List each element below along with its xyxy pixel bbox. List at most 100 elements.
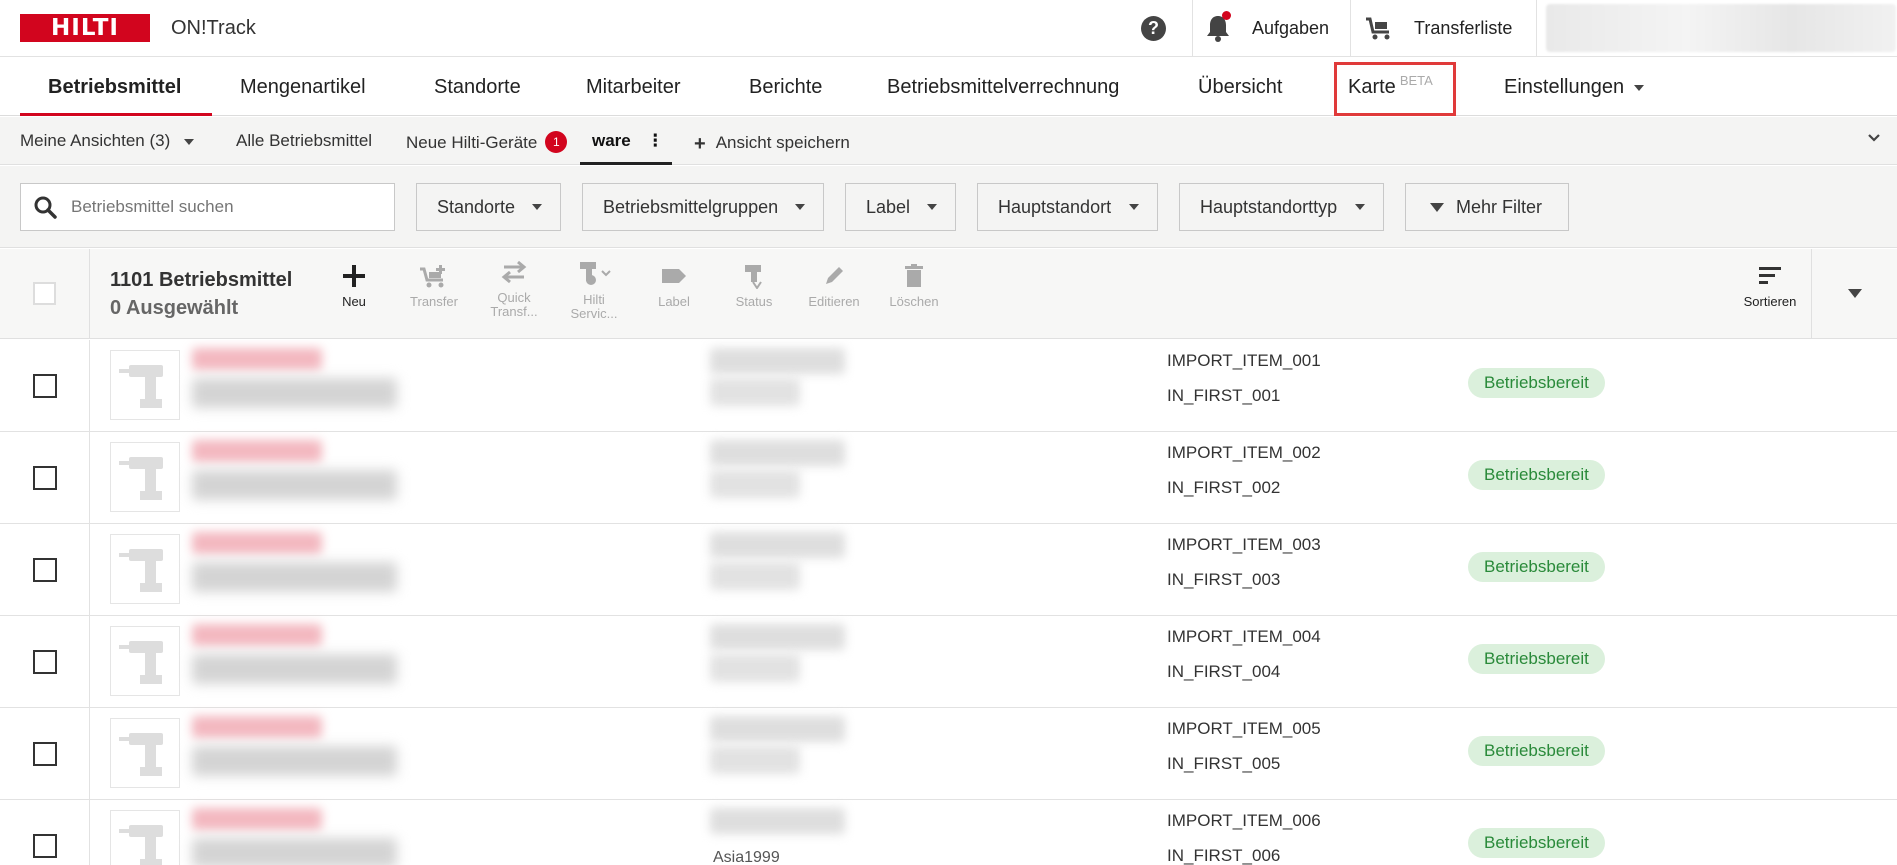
nav-uebersicht[interactable]: Übersicht [1198,76,1282,99]
row-check-column [0,616,90,708]
tasks-link[interactable]: Aufgaben [1252,18,1329,39]
filter-standorte[interactable]: Standorte [416,183,561,231]
search-input[interactable] [71,184,386,230]
asset-name-redacted [192,624,322,646]
location-sub-redacted [710,746,800,774]
transfer-cart-icon[interactable] [1364,15,1394,41]
nav-karte-label: Karte [1348,76,1396,98]
nav-mitarbeiter[interactable]: Mitarbeiter [586,76,680,99]
actions-toolbar: 1101 Betriebsmittel 0 Ausgewählt Neu Tra… [0,249,1897,339]
new-count-badge: 1 [545,131,568,153]
hilti-service-button[interactable]: Hilti Servic... [559,259,629,321]
sort-button[interactable]: Sortieren [1735,263,1805,309]
new-button[interactable]: Neu [319,263,389,309]
filter-hauptstandort-label: Hauptstandort [998,197,1112,217]
filter-betriebsmittelgruppen[interactable]: Betriebsmittelgruppen [582,183,824,231]
inventory-number: IN_FIRST_005 [1167,754,1281,773]
divider [1536,0,1537,57]
toolbar-dropdown-caret-icon[interactable] [1848,289,1862,298]
chevron-down-icon [184,138,195,145]
nav-standorte[interactable]: Standorte [434,76,521,99]
notifications-bell-icon[interactable] [1204,11,1232,43]
transfer-label: Transfer [410,294,458,309]
filter-hauptstandorttyp-label: Hauptstandorttyp [1200,197,1338,217]
location-sub-redacted [710,378,800,406]
label-button[interactable]: Label [639,263,709,309]
asset-description-redacted [192,378,397,408]
view-ware[interactable]: ware ⋮ [592,131,664,151]
table-row[interactable]: IMPORT_ITEM_003 IN_FIRST_003 Betriebsber… [0,524,1897,616]
app-name: ON!Track [171,17,256,39]
nav-betriebsmittel[interactable]: Betriebsmittel [48,76,181,99]
status-badge: Betriebsbereit [1468,460,1605,490]
row-check-column [0,708,90,800]
row-checkbox[interactable] [33,834,57,858]
table-row[interactable]: IMPORT_ITEM_005 IN_FIRST_005 Betriebsber… [0,708,1897,800]
help-icon[interactable]: ? [1141,16,1166,41]
select-all-checkbox[interactable] [33,282,56,305]
nav-berichte[interactable]: Berichte [749,76,822,99]
inventory-number: IN_FIRST_002 [1167,478,1281,497]
status-button[interactable]: Status [719,263,789,309]
inventory-number: IN_FIRST_006 [1167,846,1281,865]
row-check-column [0,524,90,616]
delete-button[interactable]: Löschen [879,263,949,309]
user-account-menu[interactable] [1546,4,1896,52]
row-checkbox[interactable] [33,558,57,582]
chevron-down-icon [532,204,542,210]
view-new-hilti[interactable]: Neue Hilti-Geräte 1 [406,131,568,153]
location-redacted [710,624,845,650]
location-sub-redacted [710,470,800,498]
row-checkbox[interactable] [33,374,57,398]
filter-hauptstandorttyp[interactable]: Hauptstandorttyp [1179,183,1384,231]
nav-karte[interactable]: Karte BETA [1348,73,1433,99]
asset-name-redacted [192,348,322,370]
filter-hauptstandort[interactable]: Hauptstandort [977,183,1158,231]
filter-label[interactable]: Label [845,183,956,231]
filter-bar: Standorte Betriebsmittelgruppen Label Ha… [0,166,1897,248]
kebab-menu-icon[interactable]: ⋮ [647,131,664,151]
quick-transfer-button[interactable]: Quick Transf... [479,259,549,319]
asset-name-redacted [192,808,322,830]
more-filters-button[interactable]: Mehr Filter [1405,183,1569,231]
nav-betriebsmittelverrechnung[interactable]: Betriebsmittelverrechnung [887,76,1119,99]
asset-code: IMPORT_ITEM_006 [1167,811,1321,830]
nav-mengenartikel[interactable]: Mengenartikel [240,76,366,99]
table-row[interactable]: IMPORT_ITEM_002 IN_FIRST_002 Betriebsber… [0,432,1897,524]
notification-dot [1222,11,1231,20]
location-sub-redacted [710,654,800,682]
select-all-column [0,249,90,339]
my-views-dropdown[interactable]: Meine Ansichten (3) [20,131,195,151]
table-row[interactable]: IMPORT_ITEM_004 IN_FIRST_004 Betriebsber… [0,616,1897,708]
row-check-column [0,800,90,865]
save-view-button[interactable]: + Ansicht speichern [694,131,850,155]
views-bar: Meine Ansichten (3) Alle Betriebsmittel … [0,117,1897,165]
asset-name-redacted [192,440,322,462]
row-check-column [0,340,90,432]
collapse-chevron-icon[interactable] [1867,131,1881,145]
table-row[interactable]: IMPORT_ITEM_001 IN_FIRST_001 Betriebsber… [0,340,1897,432]
chevron-down-icon [927,204,937,210]
row-checkbox[interactable] [33,742,57,766]
asset-list: IMPORT_ITEM_001 IN_FIRST_001 Betriebsber… [0,340,1897,865]
row-checkbox[interactable] [33,650,57,674]
view-all-betriebsmittel[interactable]: Alle Betriebsmittel [236,131,372,151]
edit-button[interactable]: Editieren [799,263,869,309]
asset-description-redacted [192,654,397,684]
asset-description-redacted [192,838,397,865]
table-row[interactable]: Asia1999 IMPORT_ITEM_006 IN_FIRST_006 Be… [0,800,1897,865]
location-redacted [710,440,845,466]
asset-description-redacted [192,746,397,776]
save-view-label: Ansicht speichern [715,133,850,152]
nav-einstellungen[interactable]: Einstellungen [1504,76,1645,99]
transfer-button[interactable]: Transfer [399,263,469,309]
asset-thumbnail [110,534,180,604]
transfer-list-link[interactable]: Transferliste [1414,18,1512,39]
hilti-logo[interactable]: HILTI [20,14,150,42]
view-ware-label: ware [592,131,631,150]
drill-icon [119,825,163,865]
swap-arrows-icon [501,260,527,284]
asset-thumbnail [110,626,180,696]
nav-einstellungen-label: Einstellungen [1504,76,1625,98]
row-checkbox[interactable] [33,466,57,490]
